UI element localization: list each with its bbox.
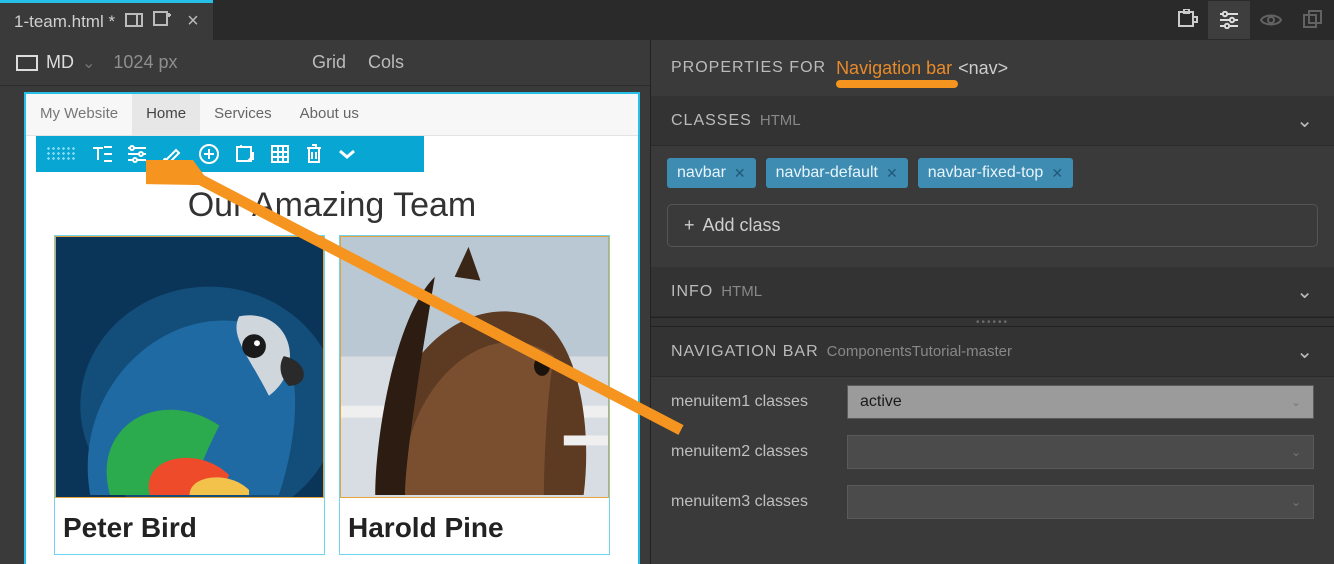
selected-element-tag: <nav> <box>958 58 1008 79</box>
property-label: menuitem2 classes <box>671 443 831 461</box>
selected-element-name: Navigation bar <box>836 58 952 79</box>
property-select[interactable]: ⌄ <box>847 485 1314 519</box>
canvas-pane: MD ⌄ 1024 px Grid Cols My Website Home S… <box>0 40 650 564</box>
classes-section-header[interactable]: CLASSESHTML ⌄ <box>651 96 1334 146</box>
property-row: menuitem1 classes active ⌄ <box>651 377 1334 427</box>
text-edit-icon[interactable] <box>90 144 112 164</box>
file-tab[interactable]: 1-team.html * × <box>0 0 213 40</box>
chevron-down-icon: ⌄ <box>1291 495 1301 509</box>
card-image[interactable] <box>340 236 609 498</box>
viewport-width: 1024 px <box>113 52 177 73</box>
visibility-icon[interactable] <box>1250 1 1292 39</box>
chevron-down-icon: ⌄ <box>1291 395 1301 409</box>
remove-icon[interactable]: ✕ <box>1051 165 1063 182</box>
cols-toggle[interactable]: Cols <box>368 52 404 73</box>
more-chevron-icon[interactable] <box>338 148 356 160</box>
highlight-annotation <box>836 80 958 88</box>
plus-icon: + <box>684 215 695 236</box>
device-icon[interactable] <box>125 12 143 32</box>
paint-icon[interactable] <box>162 144 184 164</box>
new-panel-icon[interactable] <box>153 11 171 32</box>
add-icon[interactable] <box>198 143 220 165</box>
chevron-down-icon: ⌄ <box>1296 339 1314 364</box>
chevron-down-icon: ⌄ <box>1291 445 1301 459</box>
selection-toolbar <box>36 136 424 172</box>
section-heading[interactable]: Our Amazing Team <box>26 186 638 225</box>
chevron-down-icon: ⌄ <box>1296 108 1314 133</box>
nav-item-services[interactable]: Services <box>200 94 286 135</box>
canvas-header: MD ⌄ 1024 px Grid Cols <box>0 40 650 86</box>
class-chips: navbar✕ navbar-default✕ navbar-fixed-top… <box>651 146 1334 196</box>
properties-panel-icon[interactable] <box>1208 1 1250 39</box>
nav-item-about[interactable]: About us <box>286 94 373 135</box>
class-chip[interactable]: navbar-fixed-top✕ <box>918 158 1073 188</box>
chevron-down-icon: ⌄ <box>82 53 95 73</box>
properties-for-header: PROPERTIES FOR Navigation bar <nav> <box>651 40 1334 96</box>
property-select[interactable]: active ⌄ <box>847 385 1314 419</box>
tab-bar: 1-team.html * × <box>0 0 1334 40</box>
breakpoint-label: MD <box>46 52 74 73</box>
duplicate-icon[interactable] <box>234 144 256 164</box>
panel-resize-handle[interactable] <box>651 317 1334 327</box>
component-section-header[interactable]: NAVIGATION BARComponentsTutorial-master … <box>651 327 1334 377</box>
nav-item-home[interactable]: Home <box>132 94 200 135</box>
card-name: Harold Pine <box>340 498 609 554</box>
property-select[interactable]: ⌄ <box>847 435 1314 469</box>
tabbar-actions <box>1166 0 1334 40</box>
team-card[interactable]: Peter Bird <box>54 235 325 555</box>
breakpoint-selector[interactable]: MD ⌄ <box>16 52 95 73</box>
site-navbar[interactable]: My Website Home Services About us <box>26 94 638 136</box>
info-section-header[interactable]: INFOHTML ⌄ <box>651 267 1334 317</box>
page-canvas[interactable]: My Website Home Services About us O <box>26 94 638 564</box>
remove-icon[interactable]: ✕ <box>734 165 746 182</box>
drag-handle-icon[interactable] <box>46 146 76 162</box>
card-name: Peter Bird <box>55 498 324 554</box>
cards-row: Peter Bird <box>26 235 638 555</box>
site-brand[interactable]: My Website <box>26 94 132 135</box>
tab-filename: 1-team.html * <box>14 12 115 32</box>
team-card[interactable]: Harold Pine <box>339 235 610 555</box>
property-row: menuitem3 classes ⌄ <box>651 477 1334 527</box>
extensions-icon[interactable] <box>1166 1 1208 39</box>
remove-icon[interactable]: ✕ <box>886 165 898 182</box>
options-icon[interactable] <box>126 145 148 163</box>
properties-for-label: PROPERTIES FOR <box>671 59 826 77</box>
property-label: menuitem3 classes <box>671 493 831 511</box>
grid-icon[interactable] <box>270 144 290 164</box>
card-image[interactable] <box>55 236 324 498</box>
property-row: menuitem2 classes ⌄ <box>651 427 1334 477</box>
add-class-button[interactable]: + Add class <box>667 204 1318 247</box>
chevron-down-icon: ⌄ <box>1296 279 1314 304</box>
class-chip[interactable]: navbar-default✕ <box>766 158 908 188</box>
class-chip[interactable]: navbar✕ <box>667 158 756 188</box>
viewport-icon <box>16 55 38 71</box>
duplicate-panel-icon[interactable] <box>1292 1 1334 39</box>
trash-icon[interactable] <box>304 143 324 165</box>
property-label: menuitem1 classes <box>671 393 831 411</box>
properties-panel: PROPERTIES FOR Navigation bar <nav> CLAS… <box>650 40 1334 564</box>
close-tab-icon[interactable]: × <box>181 10 199 33</box>
grid-toggle[interactable]: Grid <box>312 52 346 73</box>
